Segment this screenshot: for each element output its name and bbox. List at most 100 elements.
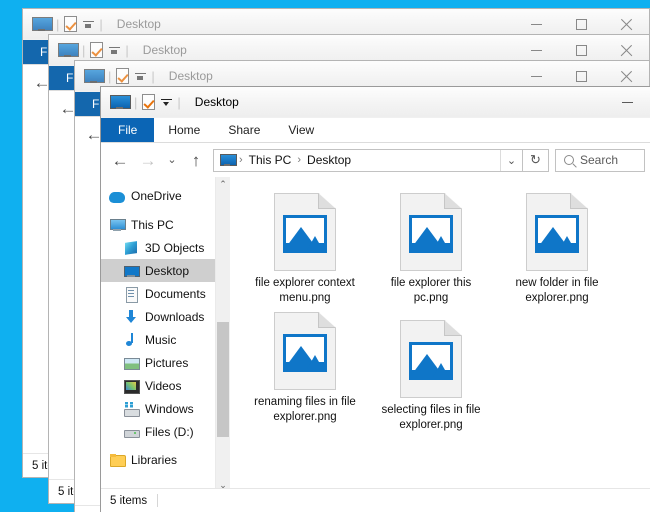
qat-separator: |: [99, 18, 102, 31]
status-item-count: 5 items: [110, 495, 147, 507]
onedrive-icon: [109, 192, 125, 203]
tab-share[interactable]: Share: [214, 118, 274, 142]
address-bar[interactable]: › This PC › Desktop ⌄: [213, 149, 523, 172]
sidebar-item-desktop[interactable]: Desktop: [101, 259, 215, 282]
minimize-icon: [531, 24, 542, 26]
sidebar-item-label: Music: [145, 333, 176, 347]
sidebar-item-downloads[interactable]: Downloads: [101, 305, 215, 328]
file-item[interactable]: new folder in file explorer.png: [494, 187, 620, 306]
sidebar-item-pictures[interactable]: Pictures: [101, 351, 215, 374]
sidebar-item-label: Videos: [145, 379, 181, 393]
music-icon: [123, 332, 139, 348]
up-button[interactable]: ↑: [182, 146, 210, 174]
file-item[interactable]: selecting files in file explorer.png: [368, 306, 494, 433]
quick-access-toolbar[interactable]: | |: [32, 16, 108, 32]
forward-button[interactable]: →: [134, 146, 162, 174]
qat-separator: |: [82, 44, 85, 57]
sidebar-item-files-d[interactable]: Files (D:): [101, 420, 215, 443]
file-item[interactable]: file explorer this pc.png: [368, 187, 494, 306]
close-icon: [620, 70, 633, 83]
address-bar-row[interactable]: ← → ⌄ ↑ › This PC › Desktop ⌄: [101, 143, 650, 177]
quick-access-toolbar[interactable]: | |: [58, 42, 134, 58]
minimize-icon: [531, 76, 542, 78]
tab-view[interactable]: View: [274, 118, 328, 142]
sidebar-item-music[interactable]: Music: [101, 328, 215, 351]
customize-quick-access-icon[interactable]: [135, 71, 146, 82]
properties-checkmark-icon[interactable]: [90, 42, 103, 58]
png-image-file-icon: [400, 320, 462, 398]
breadcrumb-this-pc[interactable]: This PC: [247, 153, 294, 167]
minimize-button[interactable]: [605, 87, 650, 118]
documents-icon: [123, 286, 139, 302]
window-title: Desktop: [117, 17, 161, 31]
scrollbar-thumb[interactable]: [217, 322, 229, 437]
sidebar-item-label: Windows: [145, 402, 194, 416]
search-input[interactable]: Search: [555, 149, 645, 172]
sidebar-item-3d-objects[interactable]: 3D Objects: [101, 236, 215, 259]
back-button[interactable]: ←: [106, 146, 134, 174]
breadcrumb-separator: ›: [293, 154, 305, 166]
file-name: file explorer context menu.png: [249, 276, 361, 306]
sidebar-item-windows[interactable]: Windows: [101, 397, 215, 420]
chevron-down-icon: ⌄: [167, 155, 176, 166]
monitor-icon[interactable]: [32, 17, 51, 32]
properties-checkmark-icon[interactable]: [142, 94, 155, 110]
recent-locations-button[interactable]: ⌄: [162, 146, 182, 174]
monitor-icon[interactable]: [84, 69, 103, 84]
scroll-up-arrow-icon[interactable]: ⌃: [216, 177, 230, 192]
file-name: selecting files in file explorer.png: [375, 403, 487, 433]
ribbon-tabs[interactable]: File Home Share View: [101, 118, 650, 143]
refresh-icon: ↻: [530, 152, 541, 168]
caption-buttons[interactable]: [605, 87, 650, 118]
sidebar-item-this-pc[interactable]: This PC: [101, 213, 215, 236]
customize-quick-access-icon[interactable]: [161, 97, 172, 108]
tab-file[interactable]: File: [101, 118, 154, 142]
status-bar: 5 items: [101, 488, 650, 512]
sidebar-item-videos[interactable]: Videos: [101, 374, 215, 397]
quick-access-toolbar[interactable]: | |: [110, 94, 186, 110]
tab-home[interactable]: Home: [154, 118, 214, 142]
close-icon: [620, 18, 633, 31]
this-pc-icon: [109, 217, 125, 233]
status-separator: [157, 494, 158, 507]
navigation-pane[interactable]: OneDrive This PC 3D Objects Desktop: [101, 177, 215, 493]
file-item[interactable]: renaming files in file explorer.png: [242, 306, 368, 433]
window-title: Desktop: [195, 95, 239, 109]
videos-icon: [123, 378, 139, 394]
sidebar-item-label: Pictures: [145, 356, 188, 370]
close-icon: [620, 44, 633, 57]
address-dropdown-button[interactable]: ⌄: [500, 150, 522, 171]
breadcrumb-desktop[interactable]: Desktop: [305, 153, 353, 167]
maximize-icon: [576, 19, 587, 30]
desktop-background: | | Desktop File Home Share View ← 5 ite…: [0, 0, 650, 512]
refresh-button[interactable]: ↻: [523, 149, 549, 172]
file-item[interactable]: file explorer context menu.png: [242, 187, 368, 306]
maximize-icon: [576, 45, 587, 56]
sidebar-item-label: 3D Objects: [145, 241, 204, 255]
png-image-file-icon: [526, 193, 588, 271]
monitor-icon[interactable]: [220, 154, 235, 166]
qat-separator: |: [151, 70, 154, 83]
desktop-icon: [123, 263, 139, 279]
sidebar-item-onedrive[interactable]: OneDrive: [101, 184, 215, 207]
qat-separator: |: [56, 18, 59, 31]
explorer-window-4[interactable]: | | Desktop File Home Share View ← →: [100, 86, 650, 512]
sidebar-item-libraries[interactable]: Libraries: [101, 448, 215, 471]
navigation-pane-scrollbar[interactable]: ⌃ ⌄: [215, 177, 230, 493]
properties-checkmark-icon[interactable]: [64, 16, 77, 32]
title-bar[interactable]: | | Desktop: [101, 87, 650, 118]
monitor-icon[interactable]: [58, 43, 77, 58]
breadcrumb[interactable]: › This PC › Desktop: [214, 153, 500, 167]
sidebar-item-label: This PC: [131, 218, 174, 232]
sidebar-item-label: Documents: [145, 287, 206, 301]
file-list-pane[interactable]: file explorer context menu.png file expl…: [230, 177, 650, 493]
file-name: new folder in file explorer.png: [501, 276, 613, 306]
properties-checkmark-icon[interactable]: [116, 68, 129, 84]
customize-quick-access-icon[interactable]: [109, 45, 120, 56]
customize-quick-access-icon[interactable]: [83, 19, 94, 30]
sidebar-item-documents[interactable]: Documents: [101, 282, 215, 305]
file-grid: file explorer context menu.png file expl…: [242, 187, 650, 433]
back-arrow-icon: ←: [112, 152, 129, 169]
quick-access-toolbar[interactable]: | |: [84, 68, 160, 84]
monitor-icon[interactable]: [110, 95, 129, 110]
